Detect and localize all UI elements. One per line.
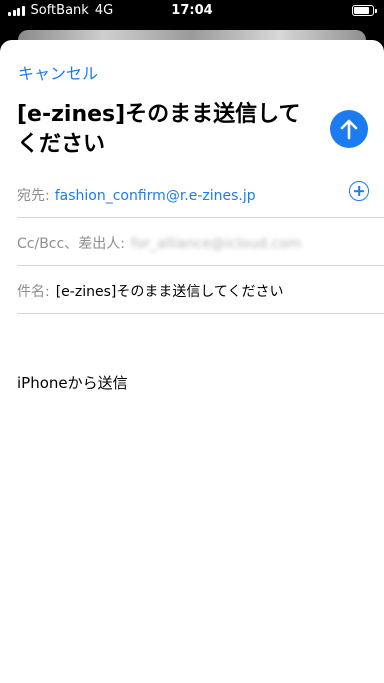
subject-field[interactable]: 件名: [e-zines]そのまま送信してください (17, 281, 384, 301)
to-recipient[interactable]: fashion_confirm@r.e-zines.jp (55, 188, 256, 204)
compose-title: [e-zines]そのまま送信してください (17, 102, 301, 157)
divider (17, 265, 384, 266)
cancel-button[interactable]: キャンセル (18, 60, 98, 84)
from-address: for_alliance@icloud.com (130, 236, 302, 252)
cc-from-label: Cc/Bcc、差出人: (17, 236, 125, 252)
battery-icon (352, 5, 377, 16)
compose-sheet: キャンセル [e-zines]そのまま送信してください 宛先: fashion_c… (0, 40, 384, 683)
arrow-up-icon (340, 119, 358, 140)
to-label: 宛先: (17, 188, 50, 204)
message-body[interactable]: iPhoneから送信 (17, 372, 128, 393)
clock: 17:04 (171, 3, 213, 18)
send-button[interactable] (330, 110, 368, 148)
subject-label: 件名: (17, 284, 50, 300)
add-recipient-button[interactable] (349, 181, 369, 201)
divider (17, 217, 384, 218)
status-bar: SoftBank 4G 17:04 (0, 0, 384, 22)
cc-from-field[interactable]: Cc/Bcc、差出人: for_alliance@icloud.com (17, 233, 384, 253)
subject-input[interactable]: [e-zines]そのまま送信してください (56, 284, 284, 300)
divider (17, 313, 384, 314)
to-field[interactable]: 宛先: fashion_confirm@r.e-zines.jp (17, 185, 384, 205)
